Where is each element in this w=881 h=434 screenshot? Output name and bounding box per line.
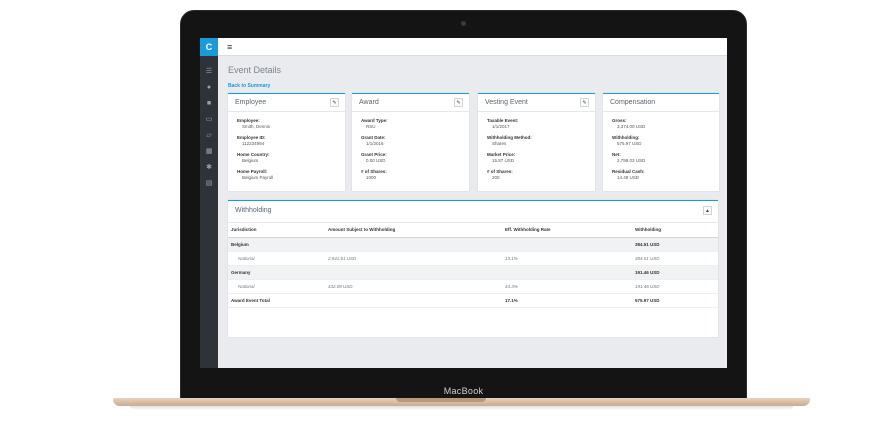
field-value: 200 bbox=[492, 175, 500, 180]
table-cell bbox=[325, 292, 502, 308]
field-value: 0.00 USD bbox=[366, 158, 386, 163]
field-value: Shares bbox=[492, 141, 507, 146]
table-cell: National bbox=[228, 251, 325, 266]
card-title: Vesting Event bbox=[485, 99, 528, 106]
vesting-fields: Taxable Event: 1/1/2017 Withholding Method… bbox=[478, 112, 595, 181]
top-bar: ≡ bbox=[218, 38, 727, 56]
table-cell bbox=[502, 237, 632, 252]
employee-card: Employee ✎ Employee: Smith, Dennis Employe… bbox=[228, 93, 345, 191]
building-icon[interactable]: ▦ bbox=[200, 144, 218, 160]
table-row: Germany 191.46 USD bbox=[228, 265, 718, 280]
table-cell: National bbox=[228, 279, 325, 294]
table-body: Belgium 384.51 USD National 2,841.61 USD 13.… bbox=[228, 237, 718, 308]
withholding-title: Withholding bbox=[235, 207, 272, 214]
compensation-card: Compensation Gross: 3,374.00 USD Withholdi… bbox=[603, 93, 719, 191]
gear-icon[interactable]: ✱ bbox=[200, 160, 218, 176]
award-fields: Award Type: RSU Grant Date: 1/1/2016 Grant P… bbox=[352, 112, 469, 181]
column-header[interactable]: Jurisdiction bbox=[228, 223, 325, 238]
back-to-summary-link[interactable]: Back to Summary bbox=[228, 83, 270, 89]
card-title: Employee bbox=[235, 99, 267, 106]
user-icon[interactable]: ● bbox=[200, 80, 218, 96]
field-value: Belgium Payroll bbox=[242, 175, 274, 180]
field-value: 15.87 USD bbox=[492, 158, 515, 163]
withholding-panel: Withholding ▲ Jurisdiction Amount Subject… bbox=[228, 200, 718, 337]
document-icon[interactable]: ▭ bbox=[200, 112, 218, 128]
table-row: National 432.09 USD 44.3% 191.46 USD bbox=[228, 279, 718, 294]
table-cell: 575.97 USD bbox=[632, 292, 718, 308]
field-value: 1/1/2016 bbox=[366, 141, 384, 146]
column-header[interactable]: Withholding bbox=[632, 223, 718, 238]
table-cell: Award Event Total bbox=[228, 292, 325, 308]
table-header-row: Jurisdiction Amount Subject to Withholdin… bbox=[228, 223, 718, 238]
table-cell bbox=[325, 265, 502, 280]
hamburger-menu-icon[interactable]: ≡ bbox=[227, 41, 232, 53]
folder-icon[interactable]: ▱ bbox=[200, 128, 218, 144]
field-value: Smith, Dennis bbox=[242, 124, 271, 129]
field-value: Belgium bbox=[242, 158, 259, 163]
table-cell: 432.09 USD bbox=[325, 279, 502, 294]
field-value: 1000 bbox=[366, 175, 377, 180]
table-row: Award Event Total 17.1% 575.97 USD bbox=[228, 292, 718, 308]
column-header[interactable]: Amount Subject to Withholding bbox=[325, 223, 502, 238]
table-cell: 384.51 USD bbox=[632, 237, 718, 252]
card-title: Award bbox=[359, 99, 379, 106]
table-row: Belgium 384.51 USD bbox=[228, 237, 718, 252]
table-cell: 2,841.61 USD bbox=[325, 251, 502, 266]
laptop-device: C ☰ ● ■ ▭ ▱ ▦ ✱ ▤ ≡ Event Details Back to Summa… bbox=[0, 0, 881, 434]
field-value: 3,374.00 USD bbox=[617, 124, 646, 129]
table-cell bbox=[325, 237, 502, 252]
edit-pencil-icon[interactable]: ✎ bbox=[580, 98, 589, 107]
table-row: National 2,841.61 USD 13.1% 384.51 USD bbox=[228, 251, 718, 266]
table-cell: 191.46 USD bbox=[632, 279, 718, 294]
collapse-icon[interactable]: ▲ bbox=[703, 206, 712, 215]
column-header[interactable]: Eff. Withholding Rate bbox=[502, 223, 632, 238]
table-icon[interactable]: ▤ bbox=[200, 176, 218, 192]
award-card: Award ✎ Award Type: RSU Grant Date: 1/1/201… bbox=[352, 93, 469, 191]
card-title: Compensation bbox=[610, 99, 656, 106]
table-cell: 17.1% bbox=[502, 292, 632, 308]
device-brand-label: MacBook bbox=[443, 386, 484, 396]
employee-fields: Employee: Smith, Dennis Employee ID: 112234… bbox=[228, 112, 345, 181]
table-cell: 44.3% bbox=[502, 279, 632, 294]
field-value: RSU bbox=[366, 124, 376, 129]
table-cell bbox=[502, 265, 632, 280]
table-cell: 191.46 USD bbox=[632, 265, 718, 280]
list-icon[interactable]: ☰ bbox=[200, 64, 218, 80]
compensation-fields: Gross: 3,374.00 USD Withholding: 575.97 USD… bbox=[603, 112, 719, 181]
field-value: 2,798.03 USD bbox=[617, 158, 646, 163]
edit-pencil-icon[interactable]: ✎ bbox=[454, 98, 463, 107]
field-value: 112234994 bbox=[242, 141, 265, 146]
app-screen: C ☰ ● ■ ▭ ▱ ▦ ✱ ▤ ≡ Event Details Back to Summa… bbox=[200, 38, 727, 368]
laptop-shadow bbox=[130, 406, 793, 410]
table-cell: 384.51 USD bbox=[632, 251, 718, 266]
table-cell: 13.1% bbox=[502, 251, 632, 266]
field-value: 1/1/2017 bbox=[492, 124, 510, 129]
withholding-table: Jurisdiction Amount Subject to Withholdin… bbox=[228, 223, 718, 308]
sidebar: C ☰ ● ■ ▭ ▱ ▦ ✱ ▤ bbox=[200, 38, 218, 368]
page-title: Event Details bbox=[228, 65, 282, 75]
table-cell: Germany bbox=[228, 265, 325, 280]
table-cell: Belgium bbox=[228, 237, 325, 252]
vesting-event-card: Vesting Event ✎ Taxable Event: 1/1/2017 Wi… bbox=[478, 93, 595, 191]
app-logo[interactable]: C bbox=[200, 38, 218, 56]
briefcase-icon[interactable]: ■ bbox=[200, 96, 218, 112]
camera bbox=[461, 21, 466, 26]
sidebar-nav: ☰ ● ■ ▭ ▱ ▦ ✱ ▤ bbox=[200, 56, 218, 192]
field-value: 14.48 USD bbox=[617, 175, 640, 180]
main-content: Event Details Back to Summary Employee ✎… bbox=[218, 57, 727, 368]
laptop-base-notch bbox=[396, 398, 486, 402]
field-value: 575.97 USD bbox=[617, 141, 642, 146]
edit-pencil-icon[interactable]: ✎ bbox=[330, 98, 339, 107]
